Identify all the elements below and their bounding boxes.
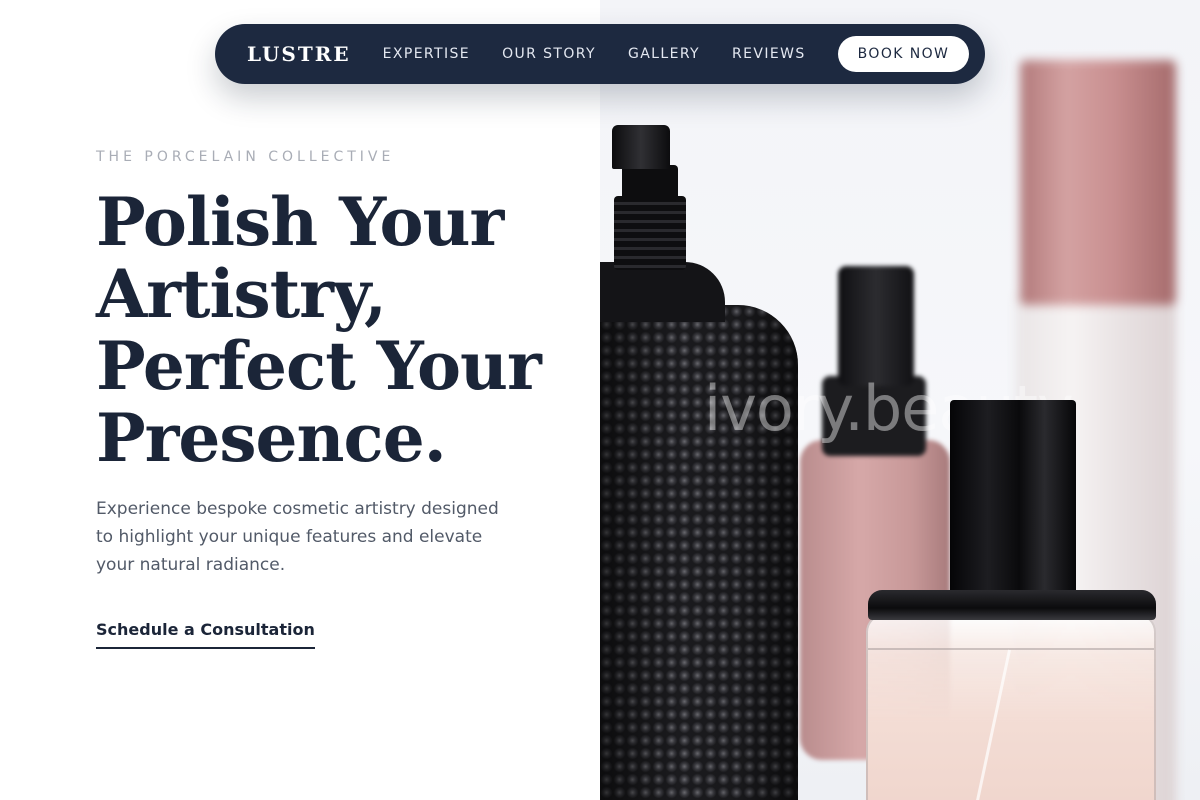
perfume-cap [950,400,1076,600]
dark-bottle-tip [612,125,670,169]
hero-headline: Polish Your Artistry, Perfect Your Prese… [96,186,566,474]
brand-logo[interactable]: LUSTRE [247,42,351,66]
main-navigation: LUSTRE EXPERTISE OUR STORY GALLERY REVIE… [215,24,985,84]
book-now-button[interactable]: BOOK NOW [837,36,970,72]
perfume-glass [866,614,1156,800]
hero-description: Experience bespoke cosmetic artistry des… [96,499,499,575]
nav-link-expertise[interactable]: EXPERTISE [383,46,470,62]
perfume-collar [868,590,1156,620]
headline-line-3: Perfect Your [96,327,542,405]
dark-bottle-neck [614,196,686,270]
headline-line-2: Artistry, [96,255,387,333]
headline-line-4: Presence. [96,399,447,477]
dark-bottle-pump [622,165,678,201]
headline-line-1: Polish Your [96,183,504,261]
schedule-consultation-link[interactable]: Schedule a Consultation [96,620,315,649]
hero-product-photo: ivory.beauty [600,0,1200,800]
nav-link-our-story[interactable]: OUR STORY [502,46,596,62]
nav-link-reviews[interactable]: REVIEWS [732,46,806,62]
nav-link-gallery[interactable]: GALLERY [628,46,700,62]
pink-polish-bottle-cap [838,266,914,386]
hero-eyebrow: THE PORCELAIN COLLECTIVE [96,149,395,165]
dark-bottle-shoulder [600,262,725,322]
tall-pink-bottle-cap [1020,60,1176,305]
